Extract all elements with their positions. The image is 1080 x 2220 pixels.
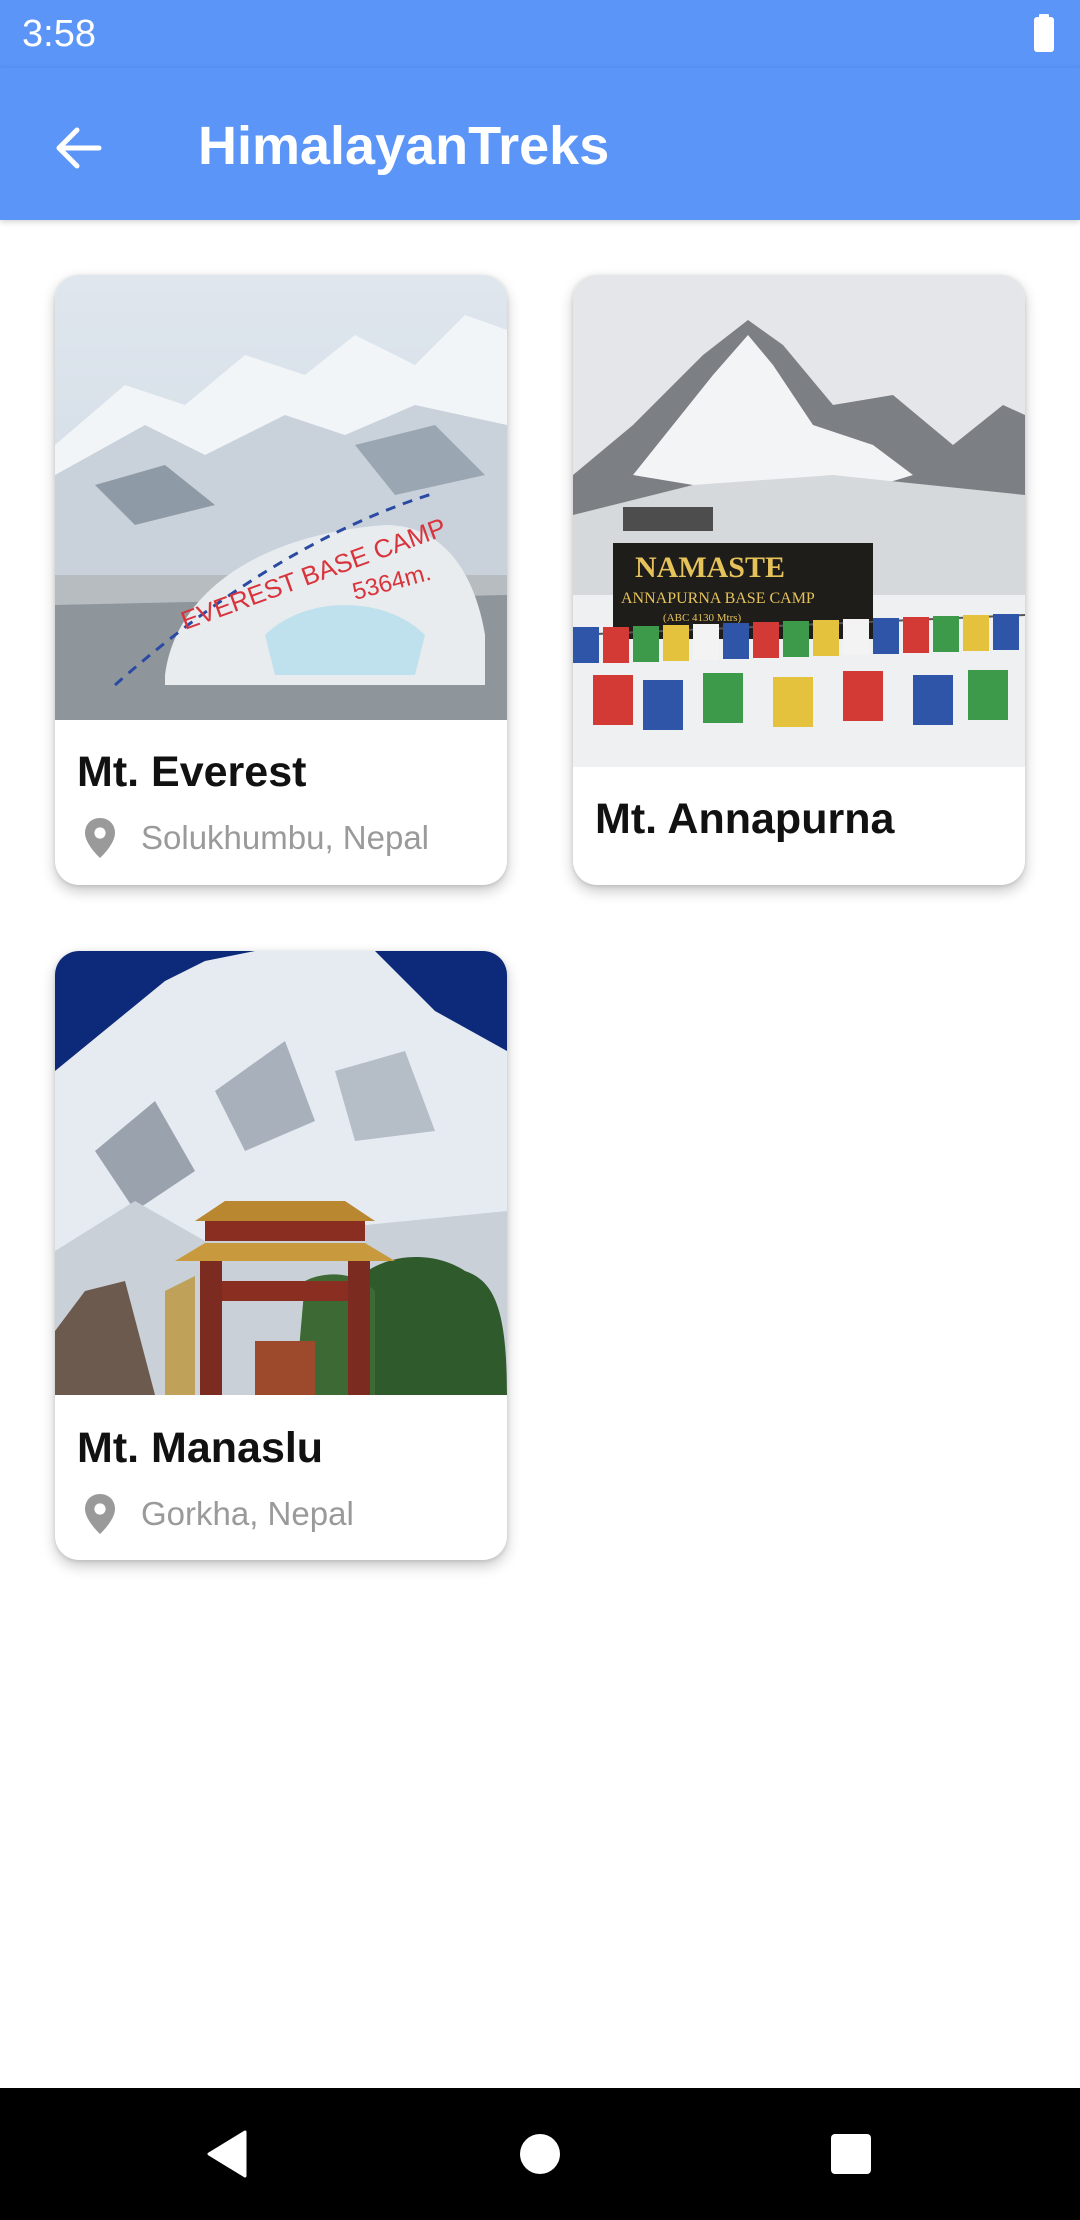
nav-home-button[interactable] xyxy=(495,2114,585,2194)
status-bar: 3:58 xyxy=(0,0,1080,68)
circle-home-icon xyxy=(520,2134,560,2174)
everest-base-camp-photo: EVEREST BASE CAMP 5364m. xyxy=(55,275,507,720)
trek-location-text: Solukhumbu, Nepal xyxy=(141,819,430,856)
trek-location: Solukhumbu, Nepal xyxy=(77,818,429,858)
location-pin-icon xyxy=(85,1494,115,1534)
trek-card-manaslu[interactable]: Mt. Manaslu Gorkha, Nepal xyxy=(55,951,507,1560)
app-bar: HimalayanTreks xyxy=(0,68,1080,220)
trek-card-annapurna[interactable]: NAMASTE ANNAPURNA BASE CAMP (ABC 4130 Mt… xyxy=(573,275,1025,885)
annapurna-base-camp-photo: NAMASTE ANNAPURNA BASE CAMP (ABC 4130 Mt… xyxy=(573,275,1025,767)
trek-name: Mt. Manaslu xyxy=(77,1424,324,1472)
trek-name: Mt. Annapurna xyxy=(595,795,895,843)
arrow-back-icon xyxy=(56,127,102,169)
back-button[interactable] xyxy=(30,112,126,184)
app-title: HimalayanTreks xyxy=(198,116,610,176)
svg-text:(ABC 4130 Mtrs): (ABC 4130 Mtrs) xyxy=(663,612,742,624)
triangle-back-icon xyxy=(207,2130,247,2178)
status-time: 3:58 xyxy=(22,13,96,55)
trek-name: Mt. Everest xyxy=(77,748,307,796)
square-recents-icon xyxy=(831,2134,871,2174)
trek-location: Gorkha, Nepal xyxy=(77,1494,354,1534)
system-nav-bar xyxy=(0,2088,1080,2220)
svg-text:NAMASTE: NAMASTE xyxy=(635,551,785,584)
battery-full-icon xyxy=(1034,14,1054,52)
trek-card-everest[interactable]: EVEREST BASE CAMP 5364m. Mt. Everest Sol… xyxy=(55,275,507,885)
trek-location-text: Gorkha, Nepal xyxy=(141,1495,354,1532)
svg-text:ANNAPURNA BASE CAMP: ANNAPURNA BASE CAMP xyxy=(621,590,815,607)
location-pin-icon xyxy=(85,818,115,858)
manaslu-gate-photo xyxy=(55,951,507,1395)
nav-recents-button[interactable] xyxy=(806,2114,896,2194)
nav-back-button[interactable] xyxy=(182,2114,272,2194)
